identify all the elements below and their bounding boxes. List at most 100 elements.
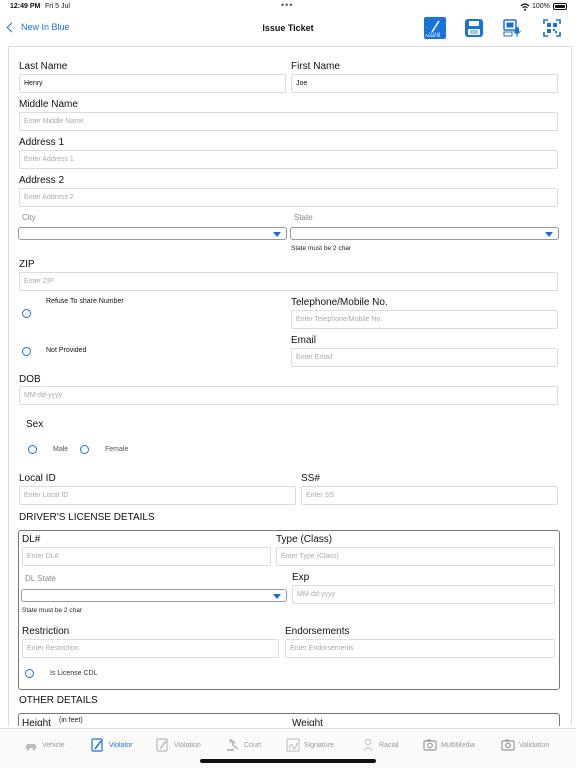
female-radio[interactable] [80,445,89,454]
tab-label: MultiMedia [441,741,475,749]
state-hint: State must be 2 char [291,245,351,252]
signature-icon [286,738,300,752]
status-bar: 12:49 PM Fri 5 Jul ••• 100% [0,0,576,14]
violator-icon [91,738,103,752]
dl-state-hint: State must be 2 char [22,607,82,614]
first-name-label: First Name [291,61,340,72]
endorsements-label: Endorsements [285,626,350,637]
dropdown-arrow-icon [273,594,281,599]
local-id-field[interactable]: Enter Local ID [19,486,296,505]
refuse-number-label: Refuse To share Number [46,298,124,305]
violation-icon [156,738,168,752]
tab-multimedia[interactable]: MultiMedia [423,737,475,753]
battery-icon [553,3,567,10]
type-class-field[interactable]: Enter Type (Class) [276,547,555,566]
home-indicator[interactable] [200,759,376,763]
status-time: 12:49 PM [10,3,41,10]
gavel-icon [227,738,239,751]
exp-field[interactable]: MM-dd-yyyy [292,585,555,604]
tab-validation[interactable]: Validation [501,737,549,753]
weight-label: Weight [292,718,323,726]
tab-violation[interactable]: Violation [156,737,201,753]
other-details-group: Height (in feet) Weight [18,713,560,726]
tab-label: Court [244,741,262,749]
tab-label: Violator [109,741,133,749]
tab-label: Signature [304,741,334,749]
scan-voice-icon[interactable] [501,17,523,39]
zip-field[interactable]: Enter ZIP [19,272,558,291]
battery-percent: 100% [532,3,550,10]
license-details-group: DL# Enter DL# Type (Class) Enter Type (C… [18,530,560,690]
state-label: State [294,213,313,222]
tab-vehicle[interactable]: Vehicle [24,737,65,753]
tab-signature[interactable]: Signature [286,737,334,753]
dl-state-label: DL State [25,574,56,583]
middle-name-field[interactable]: Enter Middle Name [19,112,558,131]
ss-label: SS# [301,473,320,484]
ss-field[interactable]: Enter SS [301,486,558,505]
email-field[interactable]: Enter Email [291,348,558,367]
not-provided-radio[interactable] [22,347,31,356]
tab-label: Racial [379,741,399,749]
dl-state-select[interactable] [21,589,287,602]
state-select[interactable] [290,227,559,240]
navigation-bar: New In Blue Issue Ticket AutoFill [0,14,576,44]
multitask-dots[interactable]: ••• [281,0,293,10]
female-label: Female [105,446,129,453]
autofill-label: AutoFill [425,33,441,38]
dropdown-arrow-icon [545,232,553,237]
zip-label: ZIP [19,259,35,270]
person-icon [363,739,373,752]
dropdown-arrow-icon [273,232,281,237]
page-title: Issue Ticket [262,23,314,33]
address2-field[interactable]: Enter Address 2 [19,188,558,207]
height-unit: (in feet) [59,717,83,724]
tab-violator[interactable]: Violator [91,737,133,753]
first-name-field[interactable]: Joe [291,74,558,93]
cdl-label: Is License CDL [50,670,98,677]
other-section-title: OTHER DETAILS [19,695,98,706]
endorsements-field[interactable]: Enter Endorsements [285,639,555,658]
restriction-label: Restriction [22,626,70,637]
address1-label: Address 1 [19,137,65,148]
dob-field[interactable]: MM-dd-yyyy [19,386,558,405]
type-class-label: Type (Class) [276,534,333,545]
save-icon[interactable] [463,17,485,39]
tab-label: Vehicle [42,741,65,749]
camera-icon [501,739,515,751]
dl-label: DL# [22,534,41,545]
telephone-label: Telephone/Mobile No. [291,297,388,308]
male-radio[interactable] [28,445,37,454]
last-name-label: Last Name [19,61,68,72]
restriction-field[interactable]: Enter Restriction [22,639,279,658]
barcode-scan-icon[interactable] [541,17,563,39]
license-section-title: DRIVER'S LICENSE DETAILS [19,512,155,523]
last-name-field[interactable]: Henry [19,74,286,93]
telephone-field[interactable]: Enter Telephone/Mobile No. [291,310,558,329]
dob-label: DOB [19,374,41,385]
autofill-button[interactable]: AutoFill [424,17,446,39]
camera-icon [423,739,437,751]
male-label: Male [53,446,69,453]
exp-label: Exp [292,572,310,583]
car-icon [25,744,37,751]
refuse-number-radio[interactable] [22,309,31,318]
email-label: Email [291,335,317,346]
tab-court[interactable]: Court [226,737,261,753]
not-provided-label: Not Provided [46,347,87,354]
tab-racial[interactable]: Racial [361,737,398,753]
status-date: Fri 5 Jul [45,3,70,10]
sex-label: Sex [26,419,44,430]
tab-label: Violation [174,741,201,749]
address1-field[interactable]: Enter Address 1 [19,150,558,169]
address2-label: Address 2 [19,175,65,186]
violator-form: Last Name Henry First Name Joe Middle Na… [8,46,572,726]
city-select[interactable] [18,227,287,240]
middle-name-label: Middle Name [19,99,78,110]
height-label: Height [22,718,51,726]
city-label: City [22,213,36,222]
dl-field[interactable]: Enter DL# [22,547,271,566]
wifi-icon [520,3,530,11]
local-id-label: Local ID [19,473,56,484]
cdl-radio[interactable] [25,669,34,678]
